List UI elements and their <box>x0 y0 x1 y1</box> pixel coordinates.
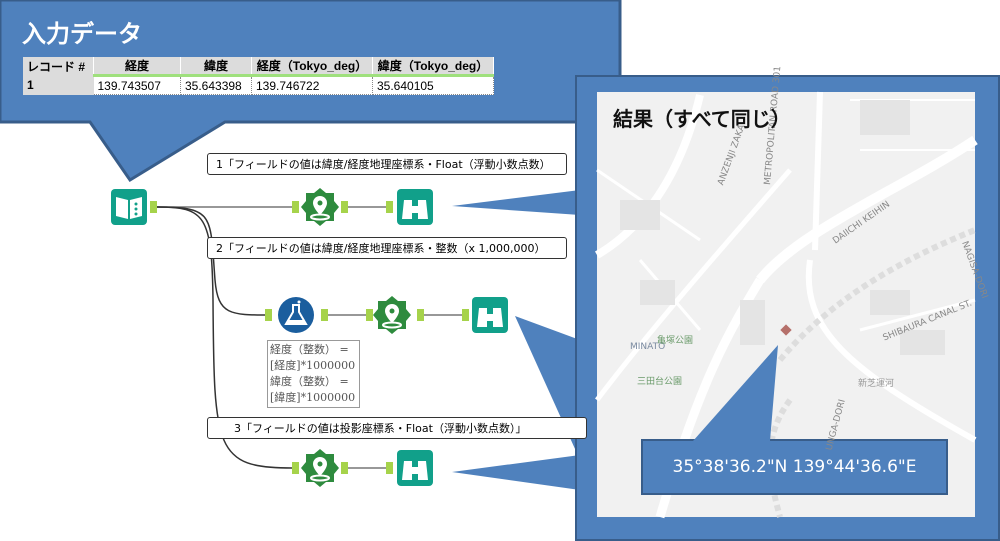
table-cell: 139.746722 <box>251 75 373 95</box>
browse-tool-icon[interactable] <box>396 449 434 487</box>
annotation-line: [経度]*1000000 <box>270 359 356 372</box>
formula-tool-icon[interactable] <box>277 296 315 334</box>
browse-tool-icon[interactable] <box>471 296 509 334</box>
create-points-tool-icon[interactable] <box>373 296 411 334</box>
column-header[interactable]: 緯度（Tokyo_deg） <box>372 57 494 77</box>
input-data-table: レコード # 経度 緯度 経度（Tokyo_deg） 緯度（Tokyo_deg）… <box>23 57 494 95</box>
input-data-tool-icon[interactable] <box>110 188 148 226</box>
comment-box-1[interactable]: 1「フィールドの値は緯度/経度地理座標系・Float（浮動小数点数） <box>207 153 567 175</box>
callout-pointer <box>452 190 580 215</box>
result-title: 結果（すべて同じ） <box>613 107 791 131</box>
create-points-tool-icon[interactable] <box>301 188 339 226</box>
column-header[interactable]: 経度 <box>93 57 181 77</box>
table-cell: 35.643398 <box>180 75 252 95</box>
comment-box-3[interactable]: 3「フィールドの値は投影座標系・Float（浮動小数点数）」 <box>207 417 587 439</box>
table-cell: 139.743507 <box>93 75 181 95</box>
map-label: 新芝運河 <box>858 379 895 389</box>
table-cell: 35.640105 <box>372 75 494 95</box>
column-header[interactable]: レコード # <box>23 57 94 76</box>
table-row: 1 139.743507 35.643398 139.746722 35.640… <box>23 75 494 95</box>
map-label: 亀塚公園 <box>657 336 694 346</box>
formula-annotation: 経度（整数） = [経度]*1000000 緯度（整数） = [緯度]*1000… <box>267 340 360 408</box>
annotation-line: [緯度]*1000000 <box>270 391 356 404</box>
coordinate-label: 35°38'36.2"N 139°44'36.6"E <box>672 457 917 477</box>
create-points-tool-icon[interactable] <box>301 449 339 487</box>
map-label: 三田台公園 <box>637 377 683 387</box>
column-header[interactable]: 緯度 <box>180 57 252 77</box>
table-cell: 1 <box>23 75 94 95</box>
input-panel-title: 入力データ <box>22 20 142 48</box>
annotation-line: 緯度（整数） = <box>270 375 349 388</box>
annotation-line: 経度（整数） = <box>270 343 349 356</box>
comment-box-2[interactable]: 2「フィールドの値は緯度/経度地理座標系・整数（x 1,000,000） <box>207 237 567 259</box>
callout-pointer <box>452 455 580 490</box>
browse-tool-icon[interactable] <box>396 188 434 226</box>
column-header[interactable]: 経度（Tokyo_deg） <box>251 57 373 77</box>
